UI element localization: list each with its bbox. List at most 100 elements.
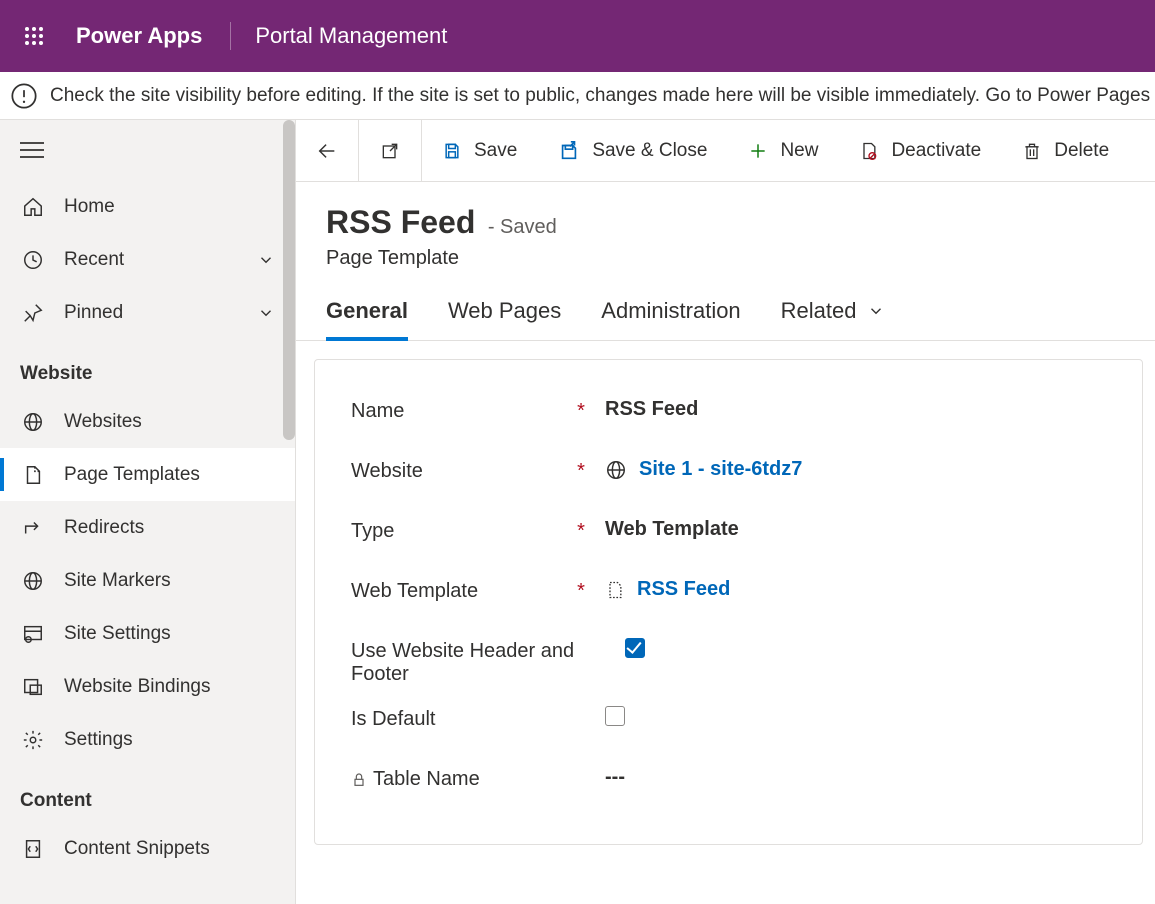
visibility-warning-bar: Check the site visibility before editing… bbox=[0, 72, 1155, 120]
sidebar-group-content: Content bbox=[0, 766, 295, 822]
sidebar: Home Recent Pinned Website Websites bbox=[0, 120, 296, 904]
app-header: Power Apps Portal Management bbox=[0, 0, 1155, 72]
chevron-down-icon bbox=[867, 302, 885, 320]
app-launcher-icon[interactable] bbox=[10, 12, 58, 60]
sidebar-scrollbar[interactable] bbox=[283, 120, 295, 440]
app-name[interactable]: Power Apps bbox=[58, 23, 220, 49]
save-close-label: Save & Close bbox=[592, 140, 707, 162]
sidebar-item-settings[interactable]: Settings bbox=[0, 713, 295, 766]
field-label-use-header-footer: Use Website Header and Footer bbox=[351, 638, 591, 686]
required-spacer bbox=[571, 706, 591, 708]
command-bar: Save Save & Close New Deactivate Delete bbox=[296, 120, 1155, 182]
sidebar-item-label: Redirects bbox=[64, 517, 144, 539]
clock-icon bbox=[20, 249, 46, 271]
sidebar-item-home[interactable]: Home bbox=[0, 180, 295, 233]
page-icon bbox=[20, 464, 46, 486]
required-indicator: * bbox=[571, 518, 591, 543]
warning-text: Check the site visibility before editing… bbox=[50, 85, 1155, 107]
snippet-icon bbox=[20, 838, 46, 860]
sidebar-item-recent[interactable]: Recent bbox=[0, 233, 295, 286]
back-button[interactable] bbox=[296, 120, 358, 182]
sidebar-item-label: Pinned bbox=[64, 302, 123, 324]
save-label: Save bbox=[474, 140, 517, 162]
sidebar-item-website-bindings[interactable]: Website Bindings bbox=[0, 660, 295, 713]
field-value-website[interactable]: Site 1 - site-6tdz7 bbox=[591, 458, 1106, 481]
form-card: Name * RSS Feed Website * Site 1 - site-… bbox=[314, 359, 1143, 845]
field-value-type[interactable]: Web Template bbox=[591, 518, 1106, 541]
main-content: Save Save & Close New Deactivate Delete bbox=[296, 120, 1155, 904]
field-value-is-default[interactable] bbox=[591, 706, 1106, 726]
lock-icon bbox=[351, 771, 367, 789]
field-label-is-default: Is Default bbox=[351, 706, 571, 731]
save-button[interactable]: Save bbox=[422, 120, 538, 182]
sidebar-item-label: Website Bindings bbox=[64, 676, 210, 698]
field-label-website: Website bbox=[351, 458, 571, 483]
web-template-link[interactable]: RSS Feed bbox=[637, 578, 730, 601]
open-external-icon bbox=[380, 141, 400, 161]
sidebar-item-websites[interactable]: Websites bbox=[0, 395, 295, 448]
deactivate-button[interactable]: Deactivate bbox=[839, 120, 1002, 182]
sidebar-item-redirects[interactable]: Redirects bbox=[0, 501, 295, 554]
chevron-down-icon bbox=[257, 304, 275, 322]
form-tabs: General Web Pages Administration Related bbox=[296, 270, 1155, 341]
website-link[interactable]: Site 1 - site-6tdz7 bbox=[639, 458, 802, 481]
sidebar-item-label: Content Snippets bbox=[64, 838, 210, 860]
trash-icon bbox=[1022, 141, 1042, 161]
checkbox-is-default[interactable] bbox=[605, 706, 625, 726]
sidebar-item-label: Recent bbox=[64, 249, 124, 271]
field-label-name: Name bbox=[351, 398, 571, 423]
sidebar-item-pinned[interactable]: Pinned bbox=[0, 286, 295, 339]
sidebar-toggle[interactable] bbox=[0, 120, 295, 180]
back-arrow-icon bbox=[316, 140, 338, 162]
new-button[interactable]: New bbox=[728, 120, 839, 182]
sidebar-item-site-markers[interactable]: Site Markers bbox=[0, 554, 295, 607]
record-header: RSS Feed - Saved Page Template bbox=[296, 182, 1155, 270]
save-close-icon bbox=[558, 140, 580, 162]
field-label-type: Type bbox=[351, 518, 571, 543]
gear-icon bbox=[20, 729, 46, 751]
info-icon bbox=[10, 82, 38, 110]
sidebar-group-website: Website bbox=[0, 339, 295, 395]
required-indicator: * bbox=[571, 458, 591, 483]
required-spacer bbox=[591, 638, 611, 640]
deactivate-label: Deactivate bbox=[891, 140, 981, 162]
tab-web-pages[interactable]: Web Pages bbox=[448, 298, 561, 340]
home-icon bbox=[20, 196, 46, 218]
checkbox-use-header-footer[interactable] bbox=[625, 638, 645, 658]
delete-button[interactable]: Delete bbox=[1002, 120, 1130, 182]
sidebar-item-label: Site Settings bbox=[64, 623, 171, 645]
sidebar-item-label: Home bbox=[64, 196, 115, 218]
required-indicator: * bbox=[571, 398, 591, 423]
new-label: New bbox=[780, 140, 818, 162]
tab-related[interactable]: Related bbox=[781, 298, 885, 340]
open-new-window-button[interactable] bbox=[359, 120, 421, 182]
page-icon bbox=[605, 579, 625, 601]
record-status: - Saved bbox=[488, 216, 557, 238]
field-value-name[interactable]: RSS Feed bbox=[591, 398, 1106, 421]
required-spacer bbox=[571, 766, 591, 768]
field-value-table-name[interactable]: --- bbox=[591, 766, 1106, 789]
record-subtitle: Page Template bbox=[326, 247, 1125, 270]
globe-icon bbox=[20, 411, 46, 433]
sidebar-item-label: Site Markers bbox=[64, 570, 171, 592]
record-title: RSS Feed bbox=[326, 204, 475, 241]
field-value-web-template[interactable]: RSS Feed bbox=[591, 578, 1106, 601]
globe-icon bbox=[605, 459, 627, 481]
deactivate-icon bbox=[859, 141, 879, 161]
chevron-down-icon bbox=[257, 251, 275, 269]
save-close-button[interactable]: Save & Close bbox=[538, 120, 728, 182]
sidebar-item-site-settings[interactable]: Site Settings bbox=[0, 607, 295, 660]
settings-list-icon bbox=[20, 623, 46, 645]
sidebar-item-label: Page Templates bbox=[64, 464, 200, 486]
sidebar-item-label: Settings bbox=[64, 729, 133, 751]
redirect-icon bbox=[20, 517, 46, 539]
sidebar-item-content-snippets[interactable]: Content Snippets bbox=[0, 822, 295, 875]
delete-label: Delete bbox=[1054, 140, 1109, 162]
environment-name[interactable]: Portal Management bbox=[241, 23, 447, 49]
tab-administration[interactable]: Administration bbox=[601, 298, 740, 340]
header-divider bbox=[230, 22, 231, 50]
field-value-use-header-footer[interactable] bbox=[611, 638, 1106, 658]
field-label-table-name: Table Name bbox=[351, 766, 571, 791]
tab-general[interactable]: General bbox=[326, 298, 408, 340]
sidebar-item-page-templates[interactable]: Page Templates bbox=[0, 448, 295, 501]
